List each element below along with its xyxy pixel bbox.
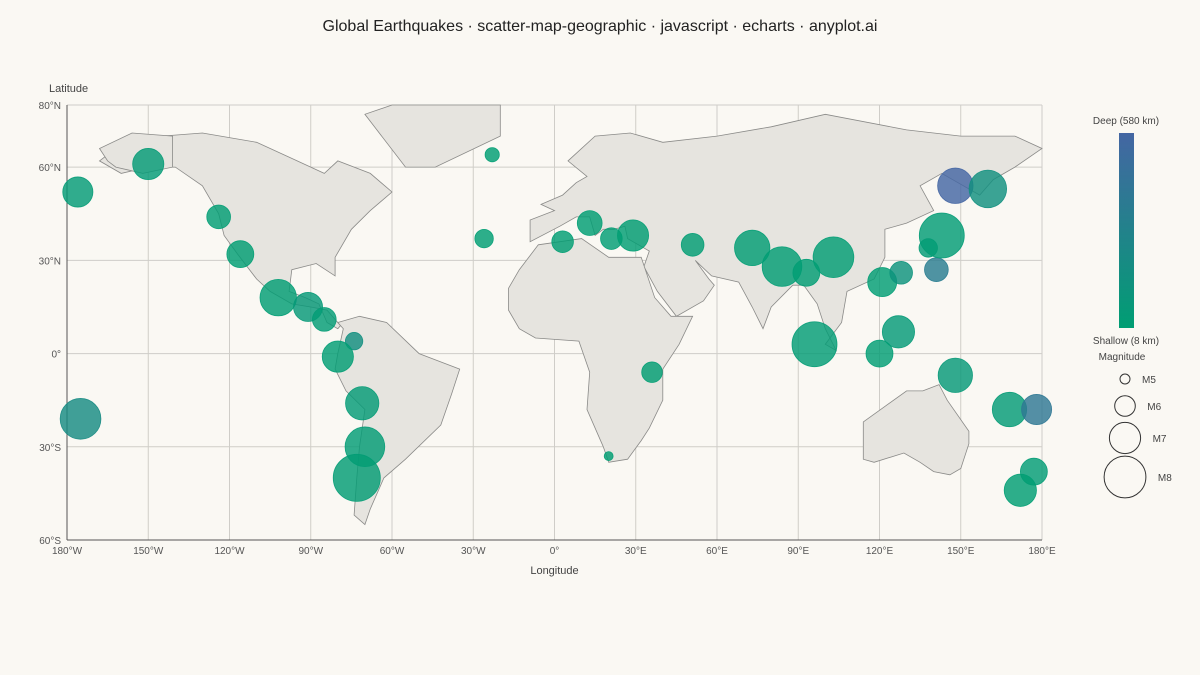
earthquake-point (968, 169, 1008, 209)
magnitude-legend-label: M7 (1153, 434, 1167, 445)
magnitude-legend-circle (1114, 395, 1136, 417)
earthquake-point (62, 176, 94, 208)
x-tick-label: 60°W (380, 546, 405, 557)
earthquake-point (918, 212, 965, 259)
x-tick-label: 180°E (1028, 546, 1056, 557)
earthquake-point (576, 210, 603, 236)
magnitude-legend-title: Magnitude (1099, 352, 1146, 363)
earthquake-point (551, 230, 574, 253)
earthquake-point (603, 451, 614, 461)
magnitude-legend-label: M6 (1147, 402, 1161, 413)
x-tick-label: 90°E (787, 546, 809, 557)
earthquake-point (641, 361, 663, 383)
x-tick-label: 150°W (133, 546, 164, 557)
x-tick-label: 120°W (214, 546, 245, 557)
y-tick-label: 0° (51, 350, 61, 361)
earthquake-point (312, 307, 337, 332)
magnitude-legend-circle (1119, 373, 1131, 385)
earthquake-point (474, 228, 494, 249)
earthquake-point (680, 233, 705, 257)
earthquake-point (1021, 394, 1053, 425)
earthquake-point (59, 398, 102, 440)
depth-colorbar (1119, 133, 1134, 328)
earthquake-point (791, 321, 838, 368)
x-tick-label: 120°E (866, 546, 894, 557)
earthquake-point (865, 339, 894, 368)
y-tick-label: 30°S (39, 443, 61, 454)
earthquake-point (812, 236, 855, 279)
chart-stage: Global Earthquakes · scatter-map-geograp… (0, 0, 1200, 675)
earthquake-point (937, 167, 974, 204)
earthquake-point (132, 148, 165, 181)
earthquake-point (617, 219, 650, 252)
earthquake-point (259, 278, 297, 317)
earthquake-point (345, 386, 380, 421)
earthquake-point (321, 340, 354, 373)
x-axis-title: Longitude (530, 565, 578, 577)
x-tick-label: 90°W (298, 546, 323, 557)
magnitude-legend-label: M8 (1158, 473, 1172, 484)
earthquake-point (924, 257, 949, 282)
x-tick-label: 0° (550, 546, 560, 557)
depth-legend-min-label: Shallow (8 km) (1093, 336, 1159, 347)
x-tick-label: 30°W (461, 546, 486, 557)
x-tick-label: 30°E (625, 546, 647, 557)
earthquake-point (484, 147, 500, 163)
x-tick-label: 150°E (947, 546, 975, 557)
earthquake-point (206, 204, 231, 230)
y-axis-title: Latitude (49, 83, 88, 95)
y-tick-label: 80°N (39, 101, 61, 112)
y-tick-label: 60°S (39, 536, 61, 547)
y-tick-label: 30°N (39, 256, 61, 267)
x-tick-label: 60°E (706, 546, 728, 557)
magnitude-legend-circle (1103, 455, 1147, 499)
earthquake-point (889, 261, 913, 285)
earthquake-point (1003, 473, 1037, 507)
x-tick-label: 180°W (52, 546, 83, 557)
earthquake-point (332, 453, 381, 502)
scatter-map-chart: 180°W 150°W 120°W 90°W 60°W 30°W 0° 30°E 60°E 90°… (39, 83, 1173, 577)
depth-legend-max-label: Deep (580 km) (1093, 116, 1159, 127)
earthquake-point (226, 240, 255, 269)
earthquake-point (937, 357, 973, 393)
land-layer (98, 104, 1043, 526)
y-tick-label: 60°N (39, 163, 61, 174)
magnitude-legend-circle (1108, 421, 1142, 455)
magnitude-legend-label: M5 (1142, 375, 1156, 386)
continent-greenland (364, 104, 501, 168)
